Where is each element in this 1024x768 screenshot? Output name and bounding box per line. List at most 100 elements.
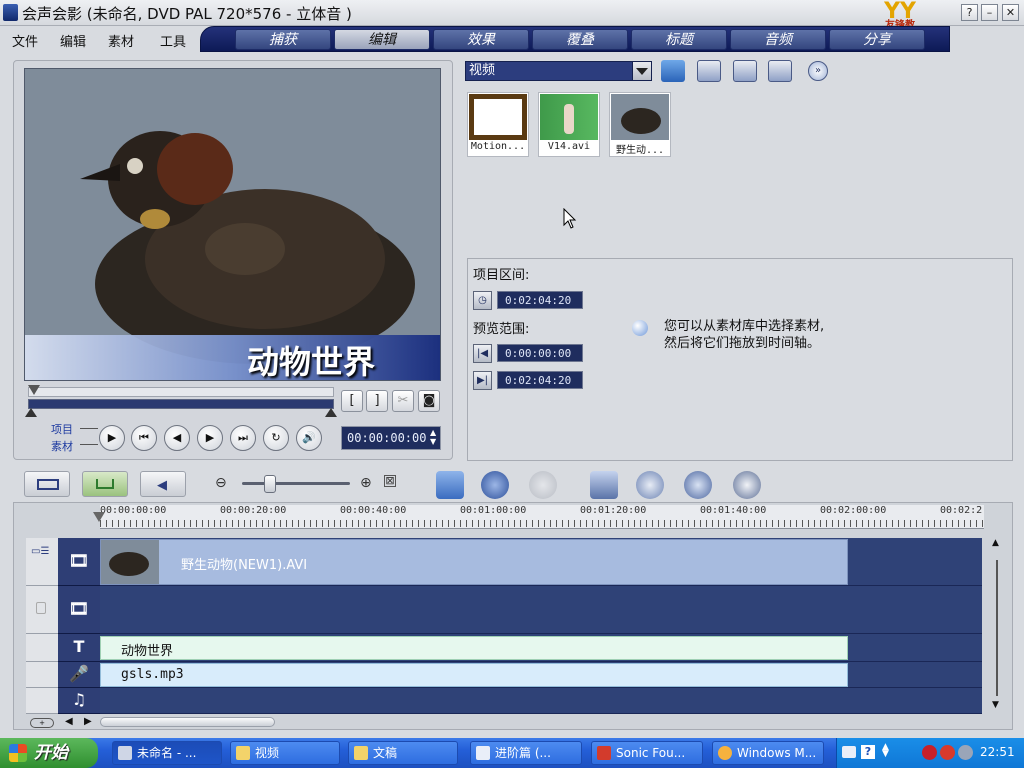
taskbar-item[interactable]: 视频 (230, 741, 340, 765)
scroll-right-icon[interactable]: ▶ (84, 716, 92, 727)
mode-connector (80, 444, 98, 445)
tray-arrows-icon[interactable]: ▲ ▼ (882, 743, 889, 759)
view-options-icon[interactable] (733, 60, 757, 82)
help-button[interactable]: ? (961, 4, 978, 21)
zoom-slider-thumb[interactable] (264, 475, 276, 493)
record-capture-icon[interactable] (636, 471, 664, 499)
ruler-label: 00:02:00:00 (820, 505, 887, 516)
jog-handle-icon[interactable] (28, 385, 40, 395)
library-thumbnail[interactable]: V14.avi (538, 92, 600, 157)
scroll-down-icon[interactable]: ▼ (992, 700, 999, 710)
menu-file[interactable]: 文件 (12, 31, 38, 50)
tab-effect[interactable]: 效果 (433, 29, 529, 50)
chevron-down-icon[interactable] (632, 62, 651, 80)
video-clip[interactable]: 野生动物(NEW1).AVI (100, 539, 848, 585)
taskbar-item[interactable]: Sonic Fou... (591, 741, 703, 765)
taskbar-item[interactable]: 文稿 (348, 741, 458, 765)
surround-sound-icon[interactable] (733, 471, 761, 499)
library-thumbnail[interactable]: 野生动... (609, 92, 671, 157)
sort-icon[interactable] (697, 60, 721, 82)
timecode-display[interactable]: 00:00:00:00 (341, 426, 441, 450)
timeline-horizontal-scrollbar[interactable] (100, 717, 275, 727)
timeline-ruler[interactable]: 00:00:00:00 00:00:20:00 00:00:40:00 00:0… (100, 505, 984, 529)
menu-clip[interactable]: 素材 (108, 31, 134, 50)
keyboard-icon[interactable] (842, 746, 856, 758)
overlay-track[interactable] (100, 586, 982, 634)
help-tray-icon[interactable]: ? (861, 745, 875, 759)
mode-project-label[interactable]: 项目 (51, 421, 73, 437)
library-manager-icon[interactable] (768, 60, 792, 82)
title-bar[interactable]: 会声会影 (未命名, DVD PAL 720*576 - 立体音 ) YY友锋教… (0, 0, 1024, 31)
track-lock-icon[interactable] (26, 688, 58, 714)
tab-share[interactable]: 分享 (829, 29, 925, 50)
music-track[interactable] (100, 688, 982, 714)
track-lock-icon[interactable] (26, 586, 58, 634)
film-strip-icon (469, 94, 527, 140)
volume-icon[interactable]: 🔊 (296, 425, 322, 451)
storyboard-view-icon[interactable] (24, 471, 70, 497)
timeline-view-icon[interactable] (82, 471, 128, 497)
tab-edit[interactable]: 编辑 (334, 29, 430, 50)
antivirus-icon[interactable] (922, 745, 937, 760)
track-lock-icon[interactable] (26, 662, 58, 688)
ruler-label: 00:02:2 (940, 505, 983, 516)
video-track-icon: 🎞 (58, 538, 100, 586)
play-icon[interactable]: ▶ (99, 425, 125, 451)
caption-banner (25, 335, 440, 380)
track-manager-toggle[interactable]: ▭☰ (26, 538, 58, 586)
smart-proxy-icon[interactable] (590, 471, 618, 499)
mark-out-button[interactable]: ] (366, 390, 388, 412)
trim-track[interactable] (28, 399, 334, 409)
undo-icon[interactable] (481, 471, 509, 499)
insert-media-icon[interactable] (436, 471, 464, 499)
taskbar-item[interactable]: 进阶篇 (... (470, 741, 582, 765)
mark-in-button[interactable]: [ (341, 390, 363, 412)
redo-icon[interactable] (529, 471, 557, 499)
scroll-left-icon[interactable]: ◀ (65, 716, 73, 727)
open-folder-icon[interactable] (661, 60, 685, 82)
menu-tools[interactable]: 工具 (160, 31, 186, 50)
shield-icon[interactable] (940, 745, 955, 760)
preview-window[interactable]: 动物世界 (24, 68, 441, 381)
track-manager-icon[interactable] (684, 471, 712, 499)
title-clip[interactable]: 动物世界 (100, 636, 848, 660)
zoom-slider[interactable] (242, 482, 350, 485)
scroll-up-icon[interactable]: ▲ (992, 538, 999, 548)
taskbar-item[interactable]: 未命名 - ... (112, 741, 222, 765)
tab-title[interactable]: 标题 (631, 29, 727, 50)
range-start-icon: |◀ (473, 344, 492, 363)
library-folder-dropdown[interactable]: 视频 (465, 61, 652, 81)
end-icon[interactable]: ⏭ (230, 425, 256, 451)
next-frame-icon[interactable]: ▶ (197, 425, 223, 451)
mode-clip-label[interactable]: 素材 (51, 438, 73, 454)
trim-bar[interactable] (28, 387, 334, 397)
trim-end-marker-icon[interactable] (325, 408, 337, 417)
repeat-icon[interactable]: ↻ (263, 425, 289, 451)
home-icon[interactable]: ⏮ (131, 425, 157, 451)
previous-frame-icon[interactable]: ◀ (164, 425, 190, 451)
zoom-in-icon[interactable]: ⊕ (360, 475, 372, 491)
zoom-out-icon[interactable]: ⊖ (215, 475, 227, 491)
timecode-stepper-icon[interactable]: ▲ ▼ (430, 428, 436, 446)
enlarge-preview-icon[interactable]: ◙ (418, 390, 440, 412)
expand-options-icon[interactable]: » (808, 61, 828, 81)
tab-audio[interactable]: 音频 (730, 29, 826, 50)
timeline-playhead-icon[interactable] (93, 512, 105, 522)
volume-tray-icon[interactable] (958, 745, 973, 760)
add-track-icon[interactable]: + (30, 718, 54, 728)
cut-clip-icon[interactable]: ✂ (392, 390, 414, 412)
tab-overlay[interactable]: 覆叠 (532, 29, 628, 50)
minimize-button[interactable]: – (981, 4, 998, 21)
menu-edit[interactable]: 编辑 (60, 31, 86, 50)
track-lock-icon[interactable] (26, 634, 58, 662)
audio-view-icon[interactable]: ◀ (140, 471, 186, 497)
voice-clip[interactable]: gsls.mp3 (100, 663, 848, 687)
video-clip-label: 野生动物(NEW1).AVI (181, 558, 308, 573)
taskbar-item[interactable]: Windows M... (712, 741, 824, 765)
tab-capture[interactable]: 捕获 (235, 29, 331, 50)
close-button[interactable]: ✕ (1002, 4, 1019, 21)
trim-start-marker-icon[interactable] (25, 408, 37, 417)
fit-project-icon[interactable]: ⊠ (384, 475, 396, 487)
library-thumbnail[interactable]: Motion... (467, 92, 529, 157)
timeline-vertical-scrollbar[interactable]: ▲ ▼ (990, 538, 1005, 714)
